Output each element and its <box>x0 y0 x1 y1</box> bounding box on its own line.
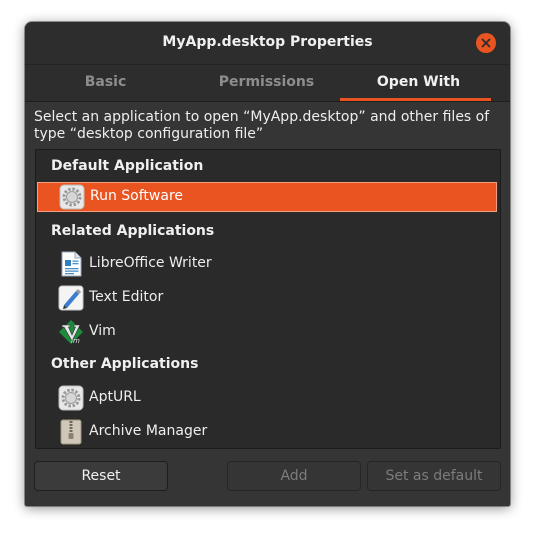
list-item-apturl[interactable]: AptURL <box>36 381 500 415</box>
pencil-icon <box>58 285 84 311</box>
default-application-heading: Default Application <box>51 158 204 174</box>
application-list[interactable]: Default Application Run Software Related… <box>35 149 501 449</box>
svg-text:im: im <box>71 337 80 345</box>
list-item-run-software[interactable]: Run Software <box>37 182 497 212</box>
tab-bar: Basic Permissions Open With <box>25 65 510 102</box>
app-label: AptURL <box>89 389 141 405</box>
close-icon <box>481 38 491 48</box>
tab-permissions[interactable]: Permissions <box>186 65 347 101</box>
gear-icon <box>58 385 84 411</box>
tab-basic[interactable]: Basic <box>25 65 186 101</box>
vim-icon: im <box>59 320 83 345</box>
other-applications-heading: Other Applications <box>51 356 199 372</box>
tab-open-with[interactable]: Open With <box>338 65 499 101</box>
app-label: Archive Manager <box>89 423 208 439</box>
app-label: LibreOffice Writer <box>89 255 212 271</box>
app-label: Run Software <box>90 188 184 204</box>
list-item-text-editor[interactable]: Text Editor <box>36 281 500 315</box>
close-button[interactable] <box>476 33 496 53</box>
list-item-libreoffice-writer[interactable]: LibreOffice Writer <box>36 247 500 281</box>
app-label: Vim <box>89 323 116 339</box>
open-with-description: Select an application to open “MyApp.des… <box>34 109 490 142</box>
related-applications-heading: Related Applications <box>51 223 215 239</box>
set-as-default-button[interactable]: Set as default <box>367 461 501 491</box>
list-item-vim[interactable]: im Vim <box>36 315 500 349</box>
writer-document-icon <box>61 251 82 277</box>
reset-button[interactable]: Reset <box>34 461 168 491</box>
list-item-archive-manager[interactable]: Archive Manager <box>36 415 500 449</box>
window-title: MyApp.desktop Properties <box>162 34 373 50</box>
title-bar: MyApp.desktop Properties <box>25 22 510 65</box>
archive-icon <box>60 419 82 445</box>
gear-icon <box>59 184 85 210</box>
add-button[interactable]: Add <box>227 461 361 491</box>
properties-dialog: MyApp.desktop Properties Basic Permissio… <box>25 22 510 506</box>
app-label: Text Editor <box>89 289 164 305</box>
